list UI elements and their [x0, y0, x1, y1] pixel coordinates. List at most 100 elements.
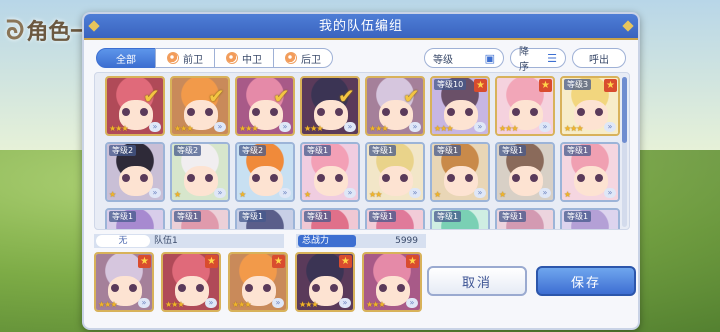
- detail-arrow-icon: »: [604, 122, 616, 132]
- detail-arrow-icon: »: [138, 298, 150, 308]
- detail-arrow-icon: »: [406, 298, 418, 308]
- team-member-card[interactable]: ★ ★★★»: [362, 252, 422, 312]
- middle-role-icon: [226, 52, 238, 64]
- roster-card[interactable]: 等级1»: [495, 208, 555, 229]
- level-label: 等级1: [304, 145, 332, 156]
- detail-arrow-icon: »: [474, 122, 486, 132]
- roster-card[interactable]: 等级1»: [300, 208, 360, 229]
- rarity-star-icon: ★: [604, 79, 617, 92]
- level-label: 等级1: [434, 211, 462, 222]
- star-rating: ★★★: [564, 124, 583, 133]
- level-label: 等级1: [304, 211, 332, 222]
- front-role-icon: [167, 52, 179, 64]
- selected-check-icon: ✔: [273, 84, 290, 108]
- party-power-field: 总战力 5999: [296, 234, 426, 248]
- party-info-bar: 无 队伍1 总战力 5999: [94, 234, 630, 248]
- power-label: 总战力: [298, 235, 356, 247]
- level-label: 等级1: [369, 211, 397, 222]
- detail-arrow-icon: »: [539, 122, 551, 132]
- star-rating: ★: [564, 190, 571, 199]
- roster-card[interactable]: ★★★ » ✔: [300, 76, 360, 136]
- level-label: 等级1: [564, 145, 592, 156]
- roster-card[interactable]: ★★★ » ✔: [235, 76, 295, 136]
- roster-card[interactable]: 等级1»: [235, 208, 295, 229]
- cancel-button[interactable]: 取消: [427, 266, 527, 296]
- dialog-title: 我的队伍编组: [84, 14, 638, 40]
- team-member-card[interactable]: ★ ★★★»: [161, 252, 221, 312]
- level-label: 等级1: [174, 211, 202, 222]
- roster-card[interactable]: 等级2 ★ »: [170, 142, 230, 202]
- level-label: 等级2: [174, 145, 202, 156]
- rarity-star-icon: ★: [205, 255, 218, 268]
- sort-lines-icon: ☰: [547, 51, 557, 65]
- detail-arrow-icon: »: [279, 188, 291, 198]
- level-label: 等级1: [369, 145, 397, 156]
- swirl-icon: ᘐ: [6, 16, 25, 46]
- character-roster: ★★★» ✔ ★★★» ✔ ★★★» ✔ ★★★» ✔ ★★★» ✔ 等级10 ★ ★★★» ★ ★★★» 等…: [94, 72, 630, 230]
- roster-card[interactable]: 等级1»: [170, 208, 230, 229]
- detail-arrow-icon: »: [344, 188, 356, 198]
- team-member-card[interactable]: ★ ★★★»: [94, 252, 154, 312]
- roster-card[interactable]: ★★★ » ✔: [170, 76, 230, 136]
- rarity-star-icon: ★: [138, 255, 151, 268]
- roster-card[interactable]: 等级1 ★ »: [495, 142, 555, 202]
- star-rating: ★: [434, 190, 441, 199]
- roster-card[interactable]: 等级10 ★ ★★★»: [430, 76, 490, 136]
- roster-scrollbar[interactable]: [622, 77, 627, 227]
- tab-middle[interactable]: 中卫: [214, 48, 274, 68]
- clear-button[interactable]: 呼出: [572, 48, 626, 68]
- roster-card[interactable]: 等级1»: [365, 208, 425, 229]
- star-rating: ★★★: [174, 124, 193, 133]
- star-rating: ★★★: [366, 300, 385, 309]
- level-label: 等级10: [434, 79, 467, 90]
- star-rating: ★★★: [232, 300, 251, 309]
- roster-card[interactable]: 等级2 ★ »: [235, 142, 295, 202]
- party-name: 队伍1: [154, 236, 178, 246]
- power-value: 5999: [395, 236, 418, 246]
- star-rating: ★★★: [434, 124, 453, 133]
- roster-card[interactable]: ★★★ » ✔: [105, 76, 165, 136]
- level-label: 等级2: [239, 145, 267, 156]
- detail-arrow-icon: »: [339, 298, 351, 308]
- tab-all[interactable]: 全部: [96, 48, 156, 68]
- star-rating: ★★★: [369, 124, 388, 133]
- rarity-star-icon: ★: [539, 79, 552, 92]
- star-rating: ★: [239, 190, 246, 199]
- team-member-card[interactable]: ★ ★★★»: [228, 252, 288, 312]
- detail-arrow-icon: »: [344, 122, 356, 132]
- tab-back[interactable]: 后卫: [273, 48, 333, 68]
- tab-front[interactable]: 前卫: [155, 48, 215, 68]
- detail-arrow-icon: »: [214, 122, 226, 132]
- level-label: 等级3: [564, 79, 592, 90]
- roster-card[interactable]: ★★★ » ✔: [365, 76, 425, 136]
- star-rating: ★: [109, 190, 116, 199]
- level-label: 等级1: [564, 211, 592, 222]
- roster-card[interactable]: 等级1»: [430, 208, 490, 229]
- team-member-card[interactable]: ★ ★★★»: [295, 252, 355, 312]
- scrollbar-thumb[interactable]: [622, 77, 627, 143]
- level-label: 等级1: [239, 211, 267, 222]
- sort-by-button[interactable]: 等级 ▣: [424, 48, 504, 68]
- roster-card[interactable]: ★ ★★★»: [495, 76, 555, 136]
- roster-card[interactable]: 等级1 ★ »: [560, 142, 620, 202]
- detail-arrow-icon: »: [149, 188, 161, 198]
- level-label: 等级1: [434, 145, 462, 156]
- roster-card[interactable]: 等级1 ★ »: [430, 142, 490, 202]
- selected-check-icon: ✔: [208, 84, 225, 108]
- selected-check-icon: ✔: [338, 84, 355, 108]
- position-filter-tabs: 全部 前卫 中卫 后卫: [96, 48, 333, 68]
- selected-team: ★ ★★★» ★ ★★★» ★ ★★★» ★ ★★★» ★ ★★★»: [94, 252, 422, 312]
- back-role-icon: [285, 52, 297, 64]
- roster-card[interactable]: 等级1 ★★ »: [365, 142, 425, 202]
- save-button[interactable]: 保存: [536, 266, 636, 296]
- selected-check-icon: ✔: [143, 84, 160, 108]
- detail-arrow-icon: »: [409, 122, 421, 132]
- detail-arrow-icon: »: [279, 122, 291, 132]
- roster-card[interactable]: 等级3 ★ ★★★»: [560, 76, 620, 136]
- character-grid: ★★★» ✔ ★★★» ✔ ★★★» ✔ ★★★» ✔ ★★★» ✔ 等级10 ★ ★★★» ★ ★★★» 等…: [105, 76, 620, 229]
- roster-card[interactable]: 等级1»: [560, 208, 620, 229]
- roster-card[interactable]: 等级1 ★ »: [300, 142, 360, 202]
- roster-card[interactable]: 等级2 ★ »: [105, 142, 165, 202]
- roster-card[interactable]: 等级1»: [105, 208, 165, 229]
- sort-order-button[interactable]: 降序 ☰: [510, 47, 566, 73]
